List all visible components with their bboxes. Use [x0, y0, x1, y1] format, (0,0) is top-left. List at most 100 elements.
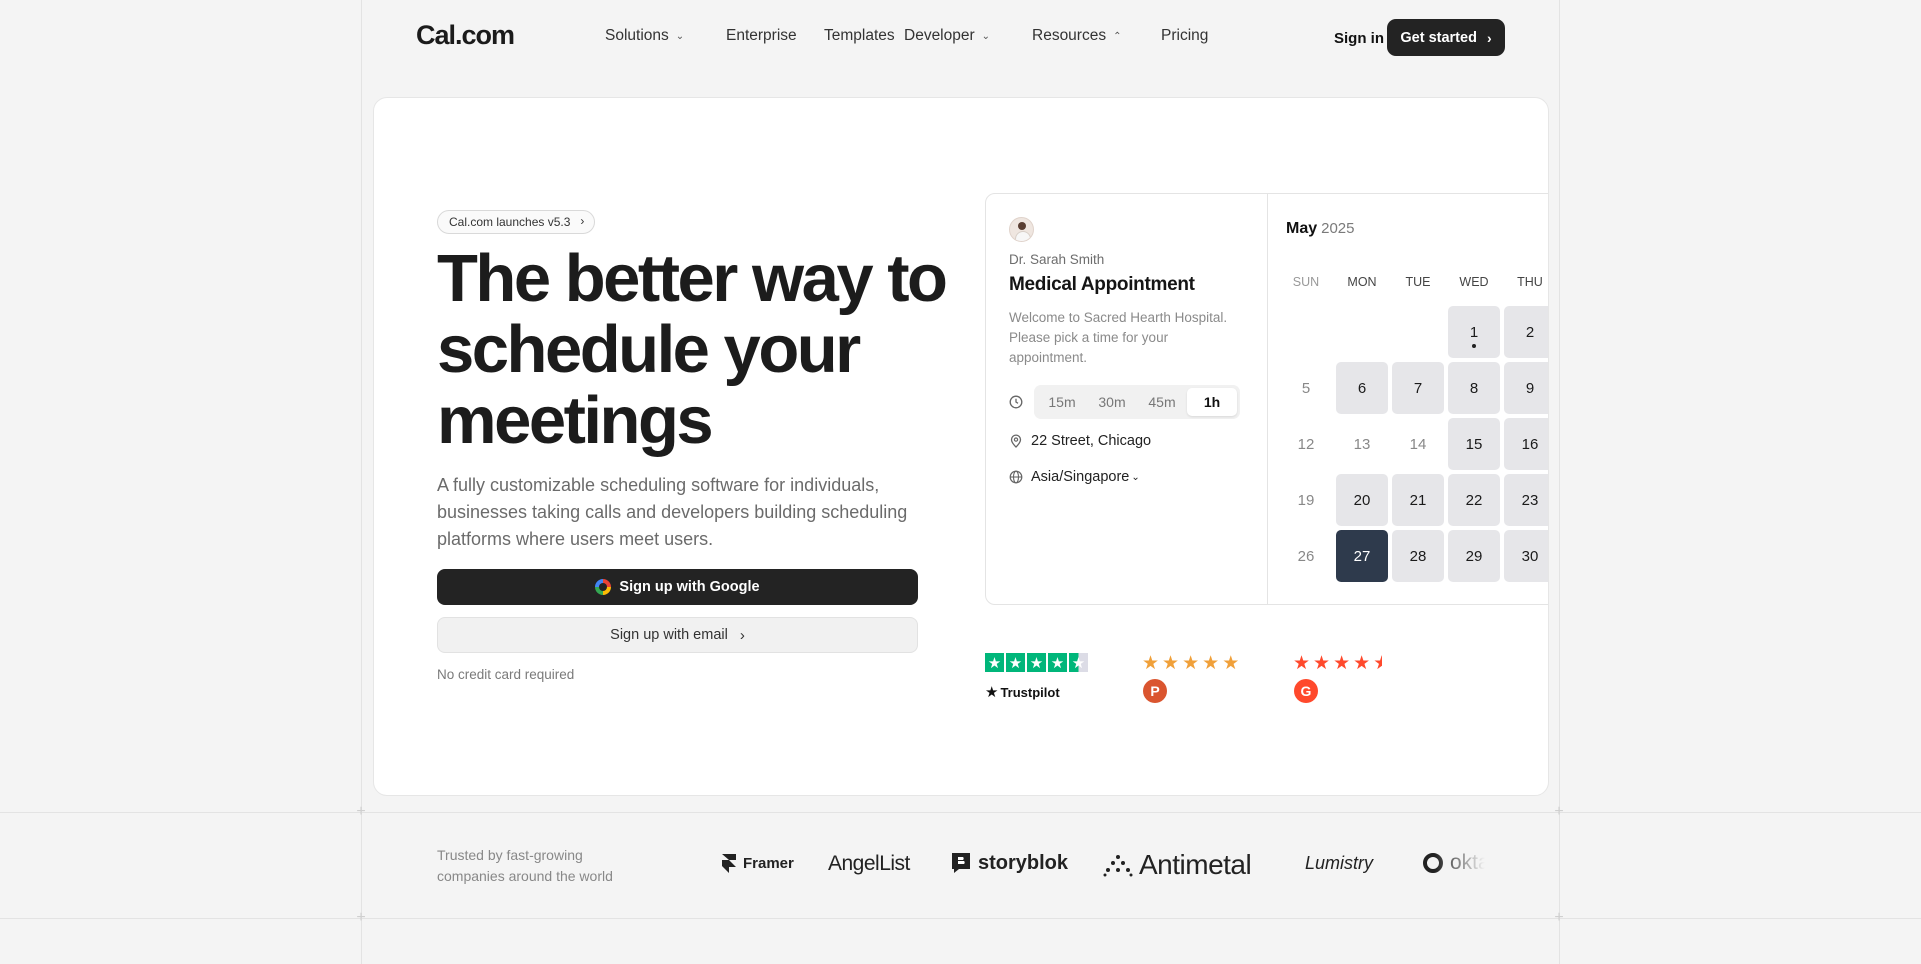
duration-option[interactable]: 30m	[1087, 388, 1137, 416]
get-started-label: Get started	[1400, 29, 1477, 46]
nav-item-label: Solutions	[605, 27, 669, 44]
avatar	[1009, 217, 1034, 242]
chevron-right-icon: ›	[739, 626, 745, 644]
sign-in-link[interactable]: Sign in	[1334, 30, 1384, 47]
booking-widget: Dr. Sarah Smith Medical Appointment Welc…	[985, 193, 1548, 605]
calendar-day-available[interactable]: 6	[1336, 362, 1388, 414]
calendar-day-available[interactable]: 8	[1448, 362, 1500, 414]
calendar-day-number: 13	[1353, 435, 1371, 453]
calendar-day-number: 26	[1297, 547, 1315, 565]
calendar-day-available[interactable]: 16	[1504, 418, 1548, 470]
top-nav: Cal.com Solutions ⌄ Enterprise Templates…	[362, 0, 1559, 74]
nav-item-pricing[interactable]: Pricing	[1161, 27, 1208, 45]
calendar-day-number: 22	[1465, 491, 1483, 509]
nav-item-developer[interactable]: Developer ⌄	[904, 27, 990, 45]
trustpilot-logo[interactable]: ★ Trustpilot	[985, 683, 1060, 701]
nav-item-enterprise[interactable]: Enterprise	[726, 27, 797, 45]
timezone-select[interactable]: Asia/Singapore	[1031, 469, 1129, 485]
angellist-logo: AngelList	[828, 852, 910, 876]
star-icon: ★	[1202, 653, 1220, 674]
sign-up-email-button[interactable]: Sign up with email ›	[437, 617, 918, 653]
okta-icon	[1423, 853, 1443, 873]
nav-item-resources[interactable]: Resources ⌃	[1032, 27, 1121, 45]
duration-option[interactable]: 45m	[1137, 388, 1187, 416]
release-pill[interactable]: Cal.com launches v5.3 ›	[437, 210, 596, 234]
google-icon	[595, 579, 612, 595]
calendar-day-available[interactable]: 22	[1448, 474, 1500, 526]
star-icon: ★	[1182, 653, 1200, 674]
storyblok-icon	[952, 853, 970, 873]
storyblok-logo: storyblok	[950, 851, 1068, 875]
calendar-day-available[interactable]: 9	[1504, 362, 1548, 414]
calendar-month: May 2025	[1286, 220, 1355, 238]
okta-logo: okta	[1422, 851, 1485, 875]
calendar-day-number: 15	[1465, 435, 1483, 453]
framer-icon	[722, 854, 736, 873]
star-icon: ★	[1313, 653, 1331, 674]
calendar-day-available[interactable]: 7	[1392, 362, 1444, 414]
clock-icon	[1009, 395, 1023, 409]
calendar-day-available[interactable]: 21	[1392, 474, 1444, 526]
star-icon: ★	[1293, 653, 1311, 674]
weekday-header: THU	[1517, 275, 1543, 289]
event-details: Dr. Sarah Smith Medical Appointment Welc…	[986, 194, 1268, 604]
calendar-day-available[interactable]: 30	[1504, 530, 1548, 582]
chevron-right-icon: ›	[1486, 29, 1492, 46]
timezone-row[interactable]: Asia/Singapore ⌄	[1009, 469, 1140, 485]
calendar-day-available[interactable]: 15	[1448, 418, 1500, 470]
calendar-day-number: 28	[1409, 547, 1427, 565]
calendar-day: 12	[1280, 418, 1332, 470]
calendar-day: 13	[1336, 418, 1388, 470]
star-icon: ★	[1222, 653, 1240, 674]
hero-card: Cal.com launches v5.3 › The better way t…	[373, 97, 1549, 796]
star-icon: ★	[985, 653, 1004, 672]
get-started-button[interactable]: Get started ›	[1387, 19, 1505, 56]
chevron-up-icon: ⌃	[1113, 30, 1122, 42]
framer-logo: Framer	[721, 853, 794, 873]
plus-marker: +	[1554, 909, 1564, 926]
calendar-day-number: 30	[1521, 547, 1539, 565]
chevron-right-icon: ›	[580, 214, 585, 228]
hero-subtext: A fully customizable scheduling software…	[437, 475, 908, 549]
chevron-down-icon: ⌄	[675, 30, 685, 42]
duration-row: 15m 30m 45m 1h	[1009, 385, 1240, 419]
calendar-day-number: 21	[1409, 491, 1427, 509]
calendar-day-available[interactable]: 23	[1504, 474, 1548, 526]
logo-label: Antimetal	[1139, 850, 1252, 880]
calendar-day-available[interactable]: 1	[1448, 306, 1500, 358]
calendar-day-number: 16	[1521, 435, 1539, 453]
nav-item-label: Developer	[904, 27, 975, 44]
star-icon: ★	[985, 684, 999, 701]
today-indicator	[1472, 344, 1476, 348]
sign-up-google-label: Sign up with Google	[619, 579, 760, 595]
sign-up-email-label: Sign up with email	[610, 627, 728, 643]
nav-item-solutions[interactable]: Solutions ⌄	[605, 27, 684, 45]
calendar-day: 26	[1280, 530, 1332, 582]
g2-stars: ★★★★★	[1293, 652, 1382, 675]
plus-marker: +	[356, 909, 366, 926]
no-credit-card-note: No credit card required	[437, 667, 575, 682]
nav-item-templates[interactable]: Templates	[824, 27, 895, 45]
calendar-day-number: 9	[1525, 379, 1535, 397]
calendar-day-available[interactable]: 28	[1392, 530, 1444, 582]
g2-icon[interactable]: G	[1294, 679, 1318, 703]
star-icon: ★	[1353, 653, 1371, 674]
logo[interactable]: Cal.com	[416, 20, 515, 51]
nav-item-label: Enterprise	[726, 27, 797, 44]
weekday-header: SUN	[1292, 275, 1320, 289]
nav-item-label: Resources	[1032, 27, 1107, 44]
antimetal-icon	[1103, 855, 1133, 877]
trustpilot-label: Trustpilot	[1000, 684, 1060, 700]
release-pill-label: Cal.com launches v5.3	[449, 215, 571, 229]
sign-up-google-button[interactable]: Sign up with Google	[437, 569, 918, 605]
duration-option-selected[interactable]: 1h	[1187, 388, 1237, 416]
calendar-day-available[interactable]: 29	[1448, 530, 1500, 582]
calendar-day-available[interactable]: 20	[1336, 474, 1388, 526]
duration-selector: 15m 30m 45m 1h	[1034, 385, 1240, 419]
event-description: Welcome to Sacred Hearth Hospital. Pleas…	[1009, 310, 1228, 365]
weekday-header: WED	[1459, 275, 1489, 289]
calendar-day-selected[interactable]: 27	[1336, 530, 1388, 582]
producthunt-icon[interactable]: P	[1143, 679, 1167, 703]
duration-option[interactable]: 15m	[1037, 388, 1087, 416]
calendar-day-available[interactable]: 2	[1504, 306, 1548, 358]
